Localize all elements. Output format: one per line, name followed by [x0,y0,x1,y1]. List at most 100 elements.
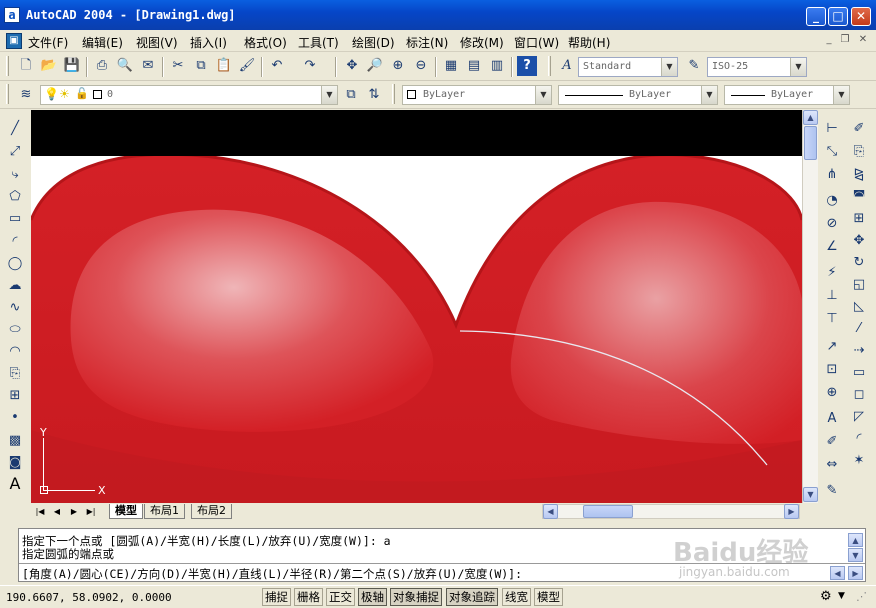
prev-tab-icon[interactable]: ◀ [50,505,64,518]
offset-icon[interactable]: ◚ [847,186,871,207]
autocad-app-icon[interactable]: a [4,7,20,23]
doc-close-button[interactable]: ✕ [856,34,870,47]
minimize-button[interactable]: _ [806,7,826,26]
doc-minimize-button[interactable]: _ [822,34,836,47]
quick-dimension-icon[interactable]: ⚡ [820,262,844,283]
menu-draw[interactable]: 绘图(D) [352,34,395,51]
redo-icon[interactable]: ↷ [300,56,320,76]
dimension-text-edit-icon[interactable]: ✐ [820,431,844,452]
region-icon[interactable]: ◙ [3,452,27,473]
rotate-icon[interactable]: ↻ [847,252,871,273]
scroll-up-icon[interactable]: ▲ [803,110,818,125]
toolbar-grip[interactable] [6,84,9,104]
menu-edit[interactable]: 编辑(E) [82,34,123,51]
status-menu-chevron-icon[interactable]: ▼ [838,591,845,601]
scroll-right-icon[interactable]: ▶ [784,504,799,519]
quick-leader-icon[interactable]: ↗ [820,336,844,357]
insert-block-icon[interactable]: ⎘ [3,363,27,384]
extend-icon[interactable]: ⇢ [847,340,871,361]
command-scroll-left-icon[interactable]: ◀ [830,566,845,580]
command-scroll-down-icon[interactable]: ▼ [848,548,863,562]
maximize-button[interactable]: □ [828,7,848,26]
command-prompt[interactable]: [角度(A)/圆心(CE)/方向(D)/半宽(H)/直线(L)/半径(R)/第二… [22,566,522,582]
tab-layout1[interactable]: 布局1 [144,504,185,519]
match-properties-icon[interactable]: 🖌 [237,56,257,76]
make-block-icon[interactable]: ⊞ [3,385,27,406]
doc-restore-button[interactable]: ❐ [838,34,852,47]
tool-palettes-icon[interactable]: ▥ [487,56,507,76]
command-scroll-up-icon[interactable]: ▲ [848,533,863,547]
move-icon[interactable]: ✥ [847,230,871,251]
object-track-toggle[interactable]: 对象追踪 [446,588,498,606]
fillet-icon[interactable]: ◜ [847,428,871,449]
scroll-left-icon[interactable]: ◀ [543,504,558,519]
resize-grip-icon[interactable]: ⋰ [856,590,867,603]
baseline-dimension-icon[interactable]: ⊥ [820,285,844,306]
communication-center-icon[interactable]: ⚙ [820,589,832,604]
zoom-realtime-icon[interactable]: 🔎 [365,56,385,76]
menu-window[interactable]: 窗口(W) [514,34,559,51]
point-icon[interactable]: • [3,407,27,428]
layer-previous-icon[interactable]: ⇅ [364,85,384,105]
lineweight-toggle[interactable]: 线宽 [502,588,531,606]
model-toggle[interactable]: 模型 [534,588,563,606]
polar-toggle[interactable]: 极轴 [358,588,387,606]
tab-model[interactable]: 模型 [109,504,143,519]
ortho-toggle[interactable]: 正交 [326,588,355,606]
menu-modify[interactable]: 修改(M) [460,34,504,51]
trim-icon[interactable]: ⁄ [847,318,871,339]
scroll-down-icon[interactable]: ▼ [803,487,818,502]
join-icon[interactable]: ◻ [847,384,871,405]
linear-dimension-icon[interactable]: ⊢ [820,118,844,139]
linetype-select[interactable]: ByLayer ▼ [558,85,718,105]
copy-object-icon[interactable]: ⎘ [847,141,871,162]
vertical-scroll-thumb[interactable] [804,126,817,160]
aligned-dimension-icon[interactable]: ⤡ [820,141,844,162]
paste-icon[interactable]: 📋 [214,56,234,76]
menu-view[interactable]: 视图(V) [136,34,178,51]
layer-select[interactable]: 💡 ☀ 🔓 0 ▼ [40,85,338,105]
menu-file[interactable]: 文件(F) [28,34,68,51]
new-file-icon[interactable]: 🗋 [16,56,36,76]
ordinate-dimension-icon[interactable]: ⋔ [820,164,844,185]
menu-format[interactable]: 格式(O) [244,34,287,51]
spline-icon[interactable]: ∿ [3,297,27,318]
arc-icon[interactable]: ◜ [3,231,27,252]
grid-toggle[interactable]: 栅格 [294,588,323,606]
line-icon[interactable]: ╱ [3,118,27,139]
dimension-style-icon[interactable]: ✎ [684,56,704,76]
open-file-icon[interactable]: 📂 [39,56,59,76]
make-current-layer-icon[interactable]: ⧉ [341,85,361,105]
ellipse-arc-icon[interactable]: ◠ [3,341,27,362]
layer-manager-icon[interactable]: ≋ [16,85,36,105]
command-scroll-right-icon[interactable]: ▶ [848,566,863,580]
help-icon[interactable]: ? [517,56,537,76]
vertical-scrollbar[interactable]: ▲ ▼ [802,110,818,503]
tab-layout2[interactable]: 布局2 [191,504,232,519]
horizontal-scrollbar[interactable]: ◀ ▶ [542,504,800,519]
close-button[interactable]: ✕ [851,7,871,26]
construction-line-icon[interactable]: ⤢ [3,141,27,162]
undo-icon[interactable]: ↶ [267,56,287,76]
object-snap-toggle[interactable]: 对象捕捉 [390,588,442,606]
horizontal-scroll-thumb[interactable] [583,505,633,518]
ellipse-icon[interactable]: ⬭ [3,319,27,340]
erase-icon[interactable]: ✐ [847,118,871,139]
radius-dimension-icon[interactable]: ◔ [820,190,844,211]
array-icon[interactable]: ⊞ [847,208,871,229]
design-center-icon[interactable]: ▤ [464,56,484,76]
revision-cloud-icon[interactable]: ☁ [3,275,27,296]
scale-icon[interactable]: ◱ [847,274,871,295]
break-icon[interactable]: ▭ [847,362,871,383]
dimension-edit-icon[interactable]: A [820,408,844,429]
menu-dimension[interactable]: 标注(N) [406,34,448,51]
center-mark-icon[interactable]: ⊕ [820,382,844,403]
publish-icon[interactable]: ✉ [138,56,158,76]
hatch-icon[interactable]: ▩ [3,430,27,451]
last-tab-icon[interactable]: ▶| [84,505,98,518]
explode-icon[interactable]: ✶ [847,450,871,471]
text-style-icon[interactable]: A [557,56,577,76]
print-preview-icon[interactable]: 🔍 [115,56,135,76]
toolbar-grip[interactable] [6,56,9,76]
next-tab-icon[interactable]: ▶ [67,505,81,518]
